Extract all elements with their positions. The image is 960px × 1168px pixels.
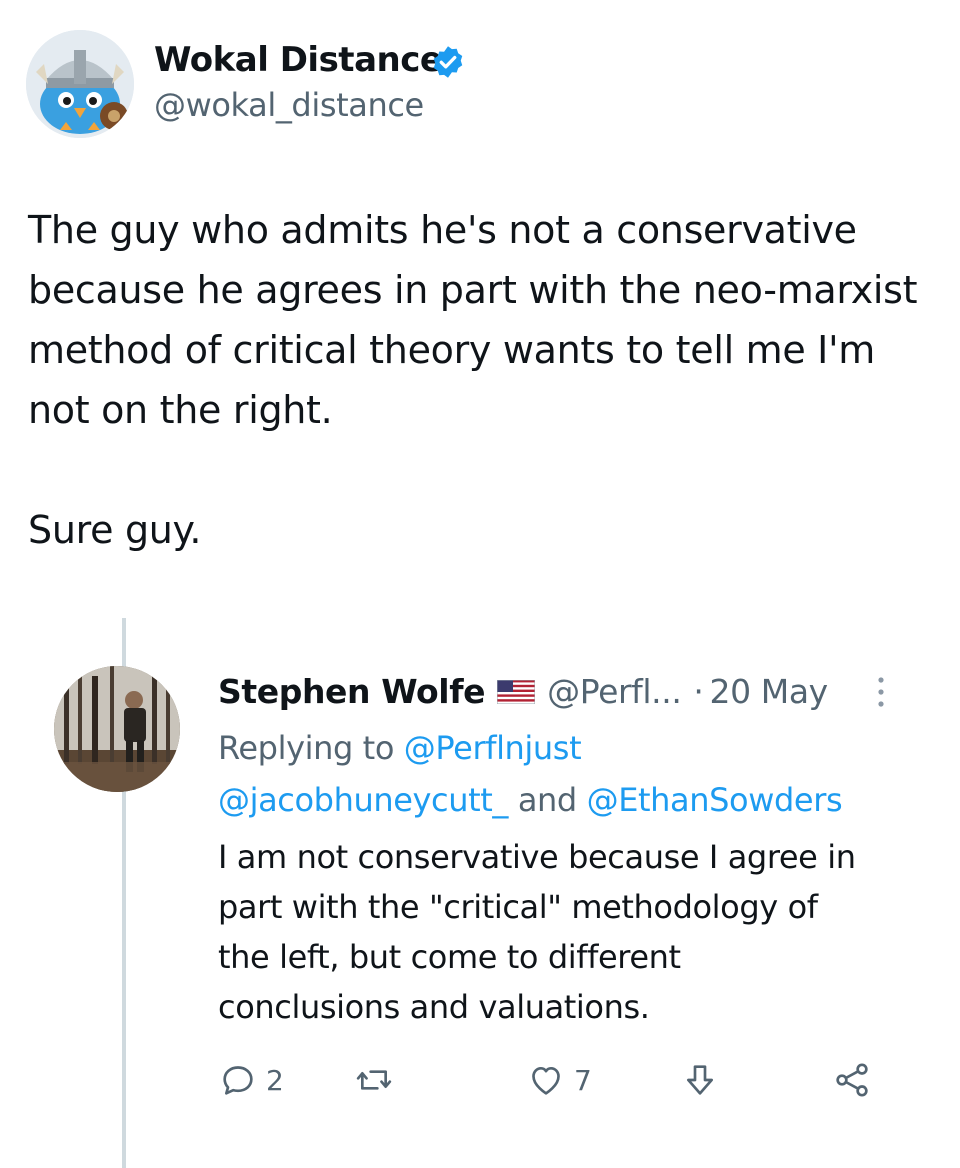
viking-bird-avatar-icon bbox=[26, 30, 134, 138]
more-options-icon[interactable] bbox=[874, 672, 888, 712]
retweet-button[interactable] bbox=[354, 1058, 394, 1102]
share-icon bbox=[836, 1063, 868, 1097]
quoted-text-line: part with the "critical" methodology of bbox=[218, 888, 818, 926]
quoted-text-line: I am not conservative because I agree in bbox=[218, 838, 856, 876]
quoted-author-name[interactable]: Stephen Wolfe bbox=[218, 672, 486, 711]
download-arrow-icon bbox=[687, 1065, 713, 1095]
like-count: 7 bbox=[574, 1063, 592, 1097]
reply-mention[interactable]: @EthanSowders bbox=[587, 781, 843, 819]
replying-to-prefix: Replying to bbox=[218, 729, 395, 767]
author-name[interactable]: Wokal Distance bbox=[154, 40, 443, 80]
reply-and: and bbox=[517, 781, 577, 819]
verified-badge-icon bbox=[433, 46, 463, 78]
quoted-author-handle[interactable]: @Perfl... bbox=[547, 672, 682, 711]
tweet-text-line: not on the right. bbox=[28, 388, 333, 432]
reply-count: 2 bbox=[266, 1063, 284, 1097]
quoted-date[interactable]: 20 May bbox=[710, 672, 829, 711]
forest-photo-avatar-icon bbox=[54, 666, 180, 792]
reply-mention[interactable]: @Perflnjust bbox=[404, 729, 582, 767]
us-flag-icon bbox=[497, 679, 536, 704]
tweet-text-line: method of critical theory wants to tell … bbox=[28, 328, 875, 372]
quoted-text: I am not conservative because I agree in… bbox=[218, 832, 856, 1032]
author-handle[interactable]: @wokal_distance bbox=[154, 86, 424, 124]
share-button[interactable] bbox=[832, 1058, 872, 1102]
meta-separator: · bbox=[693, 672, 704, 711]
action-bar: 2 7 bbox=[218, 1058, 888, 1102]
like-button[interactable]: 7 bbox=[526, 1058, 592, 1102]
quoted-text-line: the left, but come to different bbox=[218, 938, 681, 976]
tweet-text-line: Sure guy. bbox=[28, 508, 202, 552]
reply-icon bbox=[223, 1066, 253, 1095]
bookmark-button[interactable] bbox=[680, 1058, 720, 1102]
quoted-header: Stephen Wolfe @Perfl... · 20 May bbox=[218, 672, 828, 711]
author-avatar[interactable] bbox=[26, 30, 134, 138]
heart-icon bbox=[532, 1067, 560, 1095]
quoted-text-line: conclusions and valuations. bbox=[218, 988, 650, 1026]
tweet-text: The guy who admits he's not a conservati… bbox=[28, 200, 948, 560]
tweet-text-line: because he agrees in part with the neo-m… bbox=[28, 268, 918, 312]
retweet-icon bbox=[356, 1070, 392, 1090]
replying-to: Replying to @Perflnjust @jacobhuneycutt_… bbox=[218, 722, 843, 826]
reply-mention[interactable]: @jacobhuneycutt_ bbox=[218, 781, 508, 819]
reply-button[interactable]: 2 bbox=[218, 1058, 284, 1102]
quoted-author-avatar[interactable] bbox=[54, 666, 180, 792]
tweet-text-line: The guy who admits he's not a conservati… bbox=[28, 208, 857, 252]
